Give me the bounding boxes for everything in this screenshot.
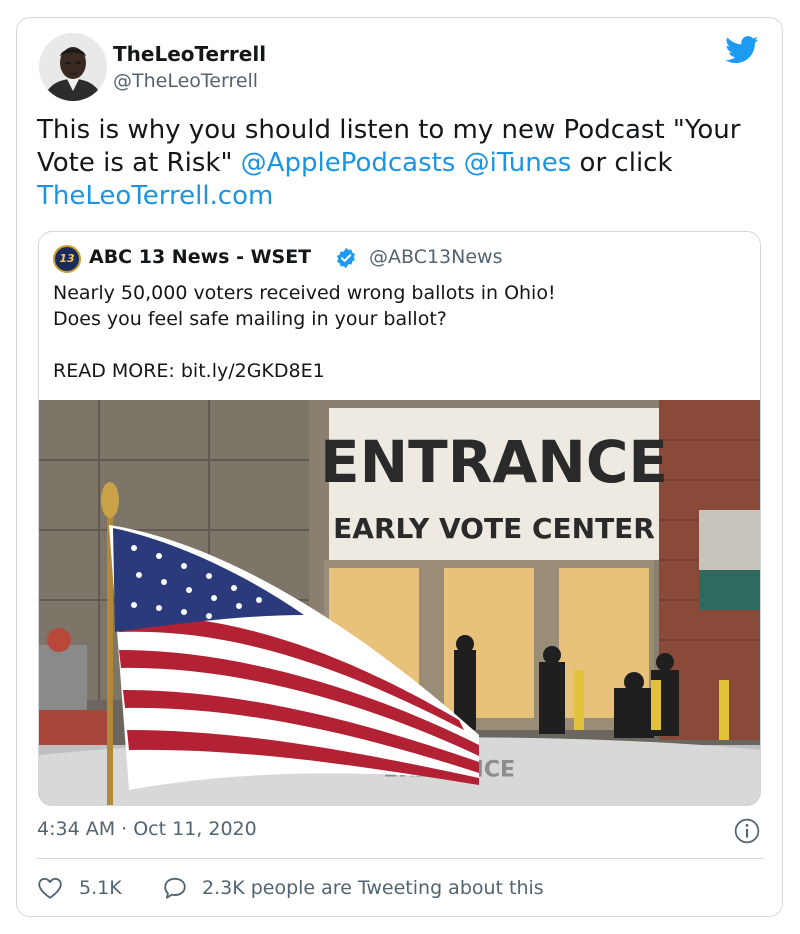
author-handle[interactable]: @TheLeoTerrell — [113, 70, 258, 92]
tweeting-about-link[interactable]: 2.3K people are Tweeting about this — [162, 875, 544, 901]
twitter-bird-icon[interactable] — [725, 36, 759, 64]
quoted-avatar[interactable]: 13 — [53, 245, 81, 273]
tweeting-about-text: 2.3K people are Tweeting about this — [202, 877, 544, 899]
verified-badge-icon — [337, 247, 355, 269]
banner-entrance-text: ENTRANCE — [320, 428, 668, 496]
quoted-tweet-photo[interactable]: ENTRANCE EARLY VOTE CENTER ENTRANCE — [39, 400, 761, 806]
quoted-author-handle[interactable]: @ABC13News — [369, 246, 502, 268]
tweet-text: This is why you should listen to my new … — [37, 114, 767, 213]
author-avatar[interactable] — [39, 33, 107, 101]
heart-icon — [38, 877, 62, 899]
quoted-author-name[interactable]: ABC 13 News - WSET — [89, 246, 311, 268]
quoted-tweet[interactable]: 13 ABC 13 News - WSET @ABC13News Nearly … — [38, 231, 761, 806]
like-count: 5.1K — [79, 877, 122, 899]
tweet-text-part: or click — [571, 148, 673, 178]
info-icon[interactable] — [734, 818, 760, 844]
website-link[interactable]: TheLeoTerrell.com — [37, 181, 273, 211]
like-button[interactable]: 5.1K — [37, 875, 122, 901]
author-photo — [39, 33, 107, 101]
tweet-card: TheLeoTerrell @TheLeoTerrell This is why… — [16, 17, 783, 917]
mention-apple-podcasts[interactable]: @ApplePodcasts — [241, 148, 456, 178]
tweet-timestamp[interactable]: 4:34 AM · Oct 11, 2020 — [37, 818, 257, 840]
quoted-tweet-text: Nearly 50,000 voters received wrong ball… — [53, 282, 556, 382]
author-name[interactable]: TheLeoTerrell — [113, 42, 266, 66]
banner-early-vote-text: EARLY VOTE CENTER — [333, 512, 655, 545]
mention-itunes[interactable]: @iTunes — [464, 148, 572, 178]
divider — [37, 858, 764, 859]
speech-bubble-icon — [164, 877, 186, 899]
